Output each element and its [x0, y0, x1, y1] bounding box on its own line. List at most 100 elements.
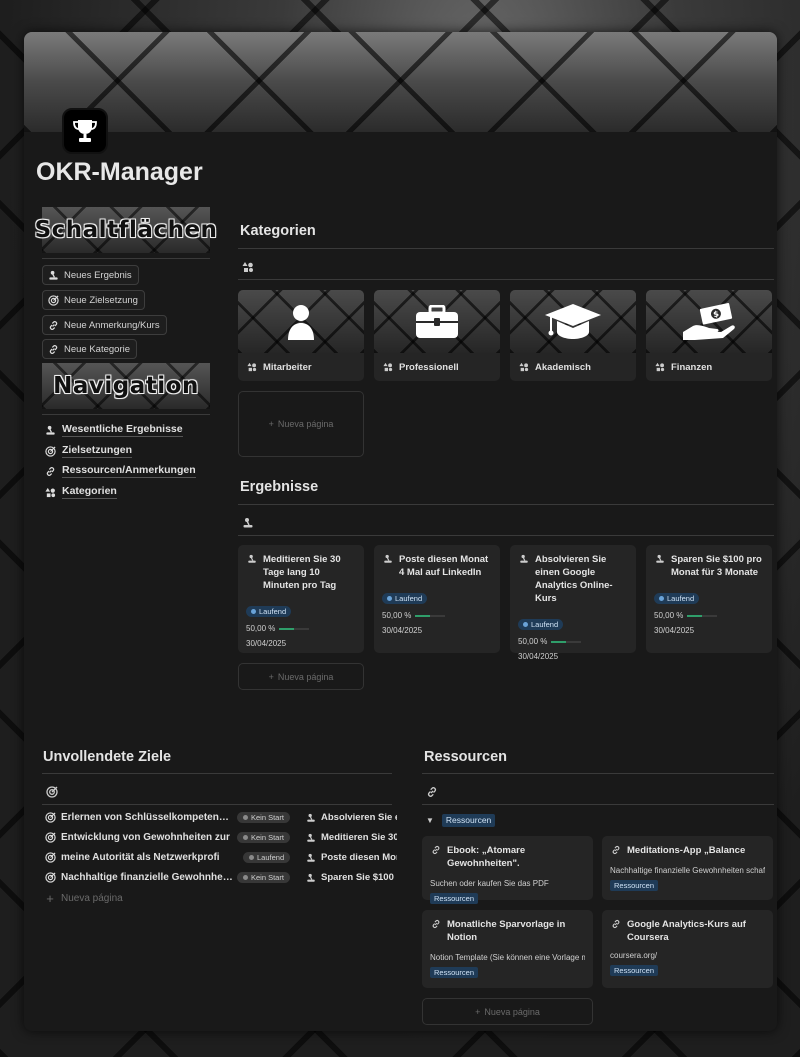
table-row[interactable]: Nachhaltige finanzielle Gewohnheiten Kei… — [44, 869, 397, 886]
joystick-icon[interactable] — [242, 516, 254, 534]
plus-icon: + — [46, 891, 54, 906]
link-icon[interactable] — [426, 785, 438, 803]
new-result-button[interactable]: Neues Ergebnis — [42, 265, 139, 285]
status-badge: Laufend — [243, 852, 291, 863]
divider — [42, 804, 392, 805]
category-card[interactable]: $ Finanzen — [646, 290, 772, 381]
link-icon — [47, 319, 59, 331]
link-icon — [47, 343, 59, 355]
target-icon — [47, 294, 59, 306]
related-result[interactable]: Poste diesen Mona — [305, 852, 397, 864]
result-card[interactable]: Poste diesen Monat 4 Mal auf LinkedIn La… — [374, 545, 500, 653]
joystick-icon — [44, 424, 56, 436]
goals-heading: Unvollendete Ziele — [43, 749, 172, 765]
joystick-icon — [305, 832, 317, 844]
category-image — [238, 290, 364, 353]
related-result[interactable]: Sparen Sie $100 pro — [305, 872, 397, 884]
target-icon — [44, 852, 56, 864]
progress-indicator: 50,00 % — [246, 624, 356, 633]
link-icon — [430, 918, 442, 930]
due-date: 30/04/2025 — [246, 639, 287, 648]
category-tag: Ressourcen — [430, 893, 479, 904]
graduation-cap-icon — [545, 303, 601, 339]
status-badge: Kein Start — [237, 832, 290, 843]
group-header[interactable]: ▼ Ressourcen — [426, 814, 496, 827]
shapes-icon[interactable] — [242, 260, 254, 278]
joystick-icon — [47, 269, 59, 281]
divider — [238, 279, 774, 280]
link-icon — [610, 918, 622, 930]
divider — [422, 773, 774, 774]
category-image — [510, 290, 636, 353]
target-icon[interactable] — [46, 785, 58, 803]
buttons-banner: Schaltflächen — [35, 207, 217, 253]
resource-card[interactable]: Ebook: „Atomare Gewohnheiten". Suchen od… — [422, 836, 593, 904]
link-icon — [610, 844, 622, 856]
resource-card[interactable]: Meditations-App „Balance Nachhaltige fin… — [602, 836, 773, 900]
resources-heading: Ressourcen — [424, 749, 508, 765]
results-heading: Ergebnisse — [240, 479, 319, 495]
joystick-icon — [305, 852, 317, 864]
briefcase-icon — [416, 304, 458, 338]
progress-indicator: 50,00 % — [382, 611, 492, 620]
divider — [238, 248, 774, 249]
resource-card[interactable]: Google Analytics-Kurs auf Coursera cours… — [602, 910, 773, 988]
category-tag: Ressourcen — [430, 967, 479, 978]
related-result[interactable]: Meditieren Sie 30 T — [305, 832, 397, 844]
target-icon — [44, 812, 56, 824]
nav-link-categories[interactable]: Kategorien — [44, 483, 117, 501]
status-badge: Laufend — [654, 593, 700, 604]
resource-card[interactable]: Monatliche Sparvorlage in Notion Notion … — [422, 910, 593, 988]
nav-link-results[interactable]: Wesentliche Ergebnisse — [44, 421, 183, 439]
status-badge: Kein Start — [237, 872, 290, 883]
trophy-icon[interactable] — [62, 108, 108, 154]
shapes-icon — [518, 361, 530, 373]
divider — [42, 258, 210, 259]
shapes-icon — [382, 361, 394, 373]
plus-icon: + — [268, 419, 274, 429]
category-card[interactable]: Mitarbeiter — [238, 290, 364, 381]
category-card[interactable]: Professionell — [374, 290, 500, 381]
result-card[interactable]: Sparen Sie $100 pro Monat für 3 Monate L… — [646, 545, 772, 653]
new-page-button[interactable]: + Nueva página — [238, 391, 364, 457]
divider — [238, 504, 774, 505]
progress-indicator: 50,00 % — [518, 637, 628, 646]
new-page-button[interactable]: + Nueva página — [238, 663, 364, 690]
divider — [42, 414, 210, 415]
new-objective-button[interactable]: Neue Zielsetzung — [42, 290, 145, 310]
shapes-icon — [246, 361, 258, 373]
link-icon — [430, 844, 442, 856]
category-card[interactable]: Akademisch — [510, 290, 636, 381]
result-card[interactable]: Meditieren Sie 30 Tage lang 10 Minuten p… — [238, 545, 364, 653]
target-icon — [44, 445, 56, 457]
divider — [42, 773, 392, 774]
category-tag: Ressourcen — [610, 965, 659, 976]
categories-heading: Kategorien — [240, 223, 316, 239]
joystick-icon — [246, 553, 258, 565]
nav-link-objectives[interactable]: Zielsetzungen — [44, 442, 133, 460]
person-icon — [288, 304, 314, 340]
category-tag: Ressourcen — [610, 880, 659, 891]
target-icon — [44, 832, 56, 844]
new-page-button[interactable]: + Nueva página — [44, 890, 123, 907]
result-card[interactable]: Absolvieren Sie einen Google Analytics O… — [510, 545, 636, 661]
status-badge: Laufend — [382, 593, 428, 604]
joystick-icon — [654, 553, 666, 565]
progress-indicator: 50,00 % — [654, 611, 764, 620]
navigation-banner: Navigation — [42, 363, 210, 409]
due-date: 30/04/2025 — [518, 652, 559, 661]
category-image — [374, 290, 500, 353]
new-category-button[interactable]: Neue Kategorie — [42, 339, 138, 359]
status-badge: Laufend — [518, 619, 564, 630]
table-row[interactable]: Entwicklung von Gewohnheiten zur Kein St… — [44, 829, 397, 846]
related-result[interactable]: Absolvieren Sie ein — [305, 812, 397, 824]
target-icon — [44, 872, 56, 884]
status-badge: Laufend — [246, 606, 292, 617]
nav-link-resources[interactable]: Ressourcen/Anmerkungen — [44, 462, 196, 480]
joystick-icon — [518, 553, 530, 565]
new-page-button[interactable]: + Nueva página — [422, 998, 593, 1025]
new-note-button[interactable]: Neue Anmerkung/Kurs — [42, 315, 167, 335]
table-row[interactable]: meine Autorität als Netzwerkprofi Laufen… — [44, 849, 397, 866]
table-row[interactable]: Erlernen von Schlüsselkompetenzen Kein S… — [44, 809, 397, 826]
money-hand-icon: $ — [683, 302, 735, 340]
